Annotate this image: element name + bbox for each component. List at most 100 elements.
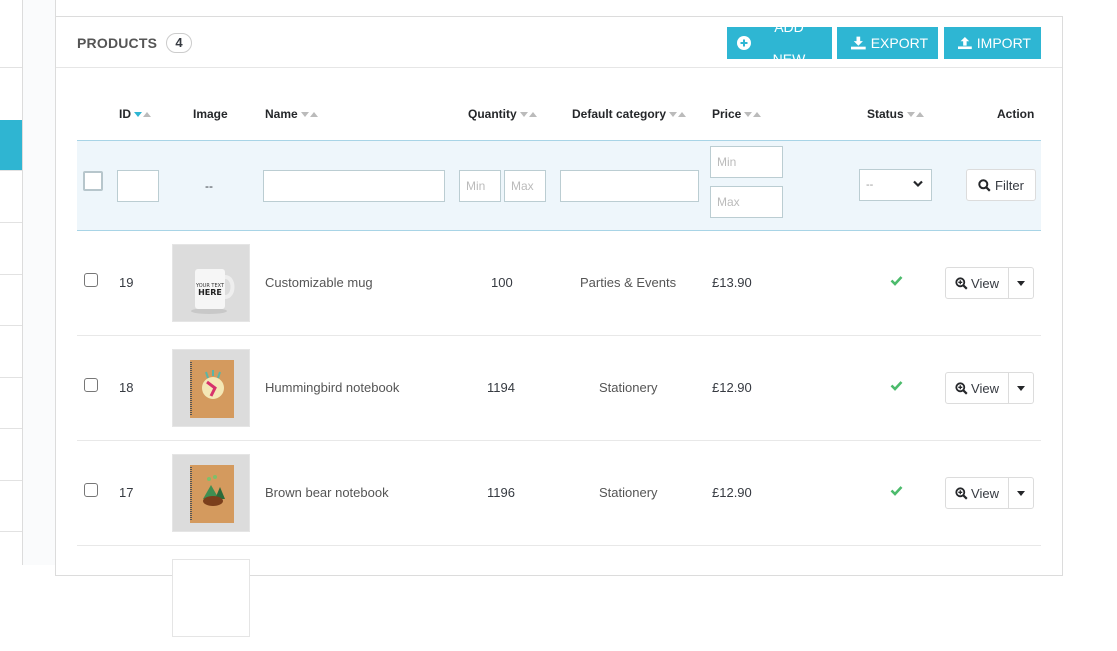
- column-label: Default category: [572, 107, 667, 121]
- zoom-in-icon: [955, 486, 968, 500]
- sidebar-item[interactable]: [0, 326, 22, 378]
- name-filter-input[interactable]: [263, 170, 445, 202]
- view-button[interactable]: View: [946, 478, 1009, 508]
- column-label: Status: [867, 107, 904, 121]
- plus-circle-icon: [737, 36, 751, 50]
- sidebar-item[interactable]: [0, 171, 22, 223]
- view-button-label: View: [971, 380, 999, 396]
- product-price: £12.90: [712, 380, 752, 395]
- sort-icon[interactable]: [300, 111, 318, 117]
- sort-icon[interactable]: [744, 111, 762, 117]
- product-count-badge: 4: [166, 33, 192, 53]
- sidebar-item[interactable]: [0, 223, 22, 275]
- product-id: 19: [119, 275, 134, 290]
- hummingbird-notebook-image[interactable]: [172, 349, 250, 427]
- filter-row: -- Min Max Min Max -- Filter: [77, 140, 1041, 231]
- filter-button-label: Filter: [995, 177, 1024, 193]
- content-gutter: [23, 0, 56, 565]
- sort-icon[interactable]: [669, 111, 687, 117]
- sort-icon[interactable]: [519, 111, 537, 117]
- import-button[interactable]: IMPORT: [944, 27, 1041, 59]
- chevron-down-icon: [913, 180, 923, 188]
- import-label: IMPORT: [976, 35, 1031, 51]
- sort-icon[interactable]: [134, 111, 151, 117]
- filter-button[interactable]: Filter: [966, 169, 1036, 201]
- column-header-status[interactable]: Status: [867, 107, 924, 121]
- caret-down-icon: [1017, 280, 1025, 286]
- row-checkbox[interactable]: [84, 483, 98, 497]
- sidebar-item[interactable]: [0, 429, 22, 481]
- product-name[interactable]: Brown bear notebook: [265, 485, 389, 500]
- view-button-label: View: [971, 275, 999, 291]
- sidebar-item[interactable]: [0, 275, 22, 326]
- category-filter-input[interactable]: [560, 170, 699, 202]
- product-price: £12.90: [712, 485, 752, 500]
- export-button[interactable]: EXPORT: [837, 27, 938, 59]
- svg-text:HERE: HERE: [198, 288, 222, 297]
- mug-image[interactable]: YOUR TEXT HERE: [172, 244, 250, 322]
- products-panel: PRODUCTS 4 ADD NEW EXPORT IMPORT ID Imag…: [55, 16, 1063, 637]
- status-enabled-check-icon[interactable]: [890, 275, 903, 286]
- product-quantity: 1196: [487, 485, 515, 500]
- add-new-button[interactable]: ADD NEW: [727, 19, 832, 67]
- sidebar-item[interactable]: [0, 378, 22, 429]
- sort-icon[interactable]: [906, 111, 924, 117]
- product-image[interactable]: [172, 559, 250, 637]
- zoom-in-icon: [955, 381, 968, 395]
- caret-down-icon: [1017, 490, 1025, 496]
- column-header-category[interactable]: Default category: [572, 107, 687, 121]
- image-filter-placeholder: --: [205, 179, 213, 193]
- product-name[interactable]: Customizable mug: [265, 275, 373, 290]
- column-label: Quantity: [468, 107, 517, 121]
- column-header-name[interactable]: Name: [265, 107, 318, 121]
- caret-down-icon: [1017, 385, 1025, 391]
- action-dropdown-toggle[interactable]: [1009, 268, 1033, 298]
- column-header-price[interactable]: Price: [712, 107, 762, 121]
- quantity-max-input[interactable]: Max: [504, 170, 546, 202]
- action-dropdown-toggle[interactable]: [1009, 373, 1033, 403]
- bear-notebook-image[interactable]: [172, 454, 250, 532]
- action-dropdown-toggle[interactable]: [1009, 478, 1033, 508]
- product-name[interactable]: Hummingbird notebook: [265, 380, 399, 395]
- row-checkbox[interactable]: [84, 378, 98, 392]
- product-category: Parties & Events: [580, 275, 677, 290]
- price-min-input[interactable]: Min: [710, 146, 783, 178]
- row-checkbox[interactable]: [84, 273, 98, 287]
- table-row: 18 Hummingbird notebook 1194 Stationery …: [77, 336, 1041, 441]
- status-enabled-check-icon[interactable]: [890, 485, 903, 496]
- column-header-action: Action: [997, 107, 1034, 121]
- product-quantity: 100: [491, 275, 513, 290]
- column-header-image: Image: [193, 107, 228, 121]
- panel-title: PRODUCTS: [77, 35, 158, 51]
- product-category: Stationery: [599, 485, 658, 500]
- product-quantity: 1194: [487, 380, 515, 395]
- status-filter-select[interactable]: --: [859, 169, 932, 201]
- column-header-id[interactable]: ID: [119, 107, 151, 121]
- select-all-checkbox[interactable]: [83, 171, 103, 191]
- sidebar-item[interactable]: [0, 481, 22, 532]
- sidebar-item[interactable]: [0, 0, 22, 68]
- export-label: EXPORT: [870, 35, 928, 51]
- search-icon: [978, 178, 991, 192]
- row-action-group: View: [945, 372, 1034, 404]
- column-label: ID: [119, 107, 131, 121]
- product-price: £13.90: [712, 275, 752, 290]
- product-id: 17: [119, 485, 134, 500]
- row-action-group: View: [945, 267, 1034, 299]
- id-filter-input[interactable]: [117, 170, 159, 202]
- column-label: Price: [712, 107, 742, 121]
- view-button[interactable]: View: [946, 373, 1009, 403]
- quantity-min-input[interactable]: Min: [459, 170, 501, 202]
- panel-header: PRODUCTS 4 ADD NEW EXPORT IMPORT: [56, 17, 1062, 68]
- product-category: Stationery: [599, 380, 658, 395]
- table-row: [77, 546, 1041, 651]
- price-max-input[interactable]: Max: [710, 186, 783, 218]
- table-header: ID Image Name Quantity Default category …: [77, 97, 1041, 131]
- table-row: 19 YOUR TEXT HERE Customizable mug 100 Pa…: [77, 231, 1041, 336]
- column-label: Name: [265, 107, 298, 121]
- sidebar-item-active[interactable]: [0, 120, 22, 171]
- column-header-quantity[interactable]: Quantity: [468, 107, 537, 121]
- view-button[interactable]: View: [946, 268, 1009, 298]
- view-button-label: View: [971, 485, 999, 501]
- status-enabled-check-icon[interactable]: [890, 380, 903, 391]
